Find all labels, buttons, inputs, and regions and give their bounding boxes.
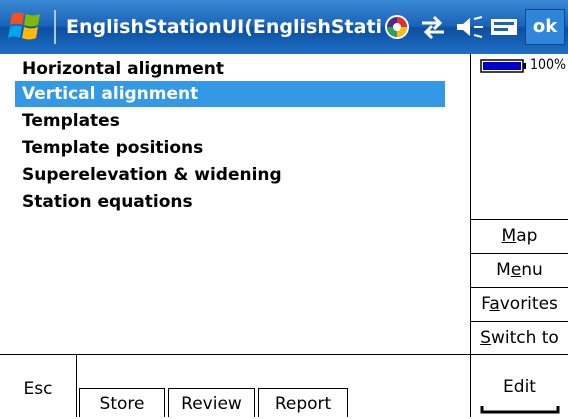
title-separator bbox=[54, 10, 56, 44]
keyboard-icon[interactable] bbox=[489, 13, 519, 41]
list-item-horizontal-alignment[interactable]: Horizontal alignment bbox=[15, 56, 445, 82]
tab-report[interactable]: Report bbox=[258, 388, 348, 417]
list-item-station-equations[interactable]: Station equations bbox=[15, 189, 445, 215]
menu-button-label-pre: M bbox=[496, 260, 511, 280]
ok-button[interactable]: ok bbox=[525, 9, 565, 45]
volume-icon[interactable] bbox=[455, 13, 485, 41]
switch-to-button-label-post: witch to bbox=[490, 328, 559, 348]
menu-button[interactable]: Menu bbox=[470, 253, 568, 287]
esc-separator bbox=[76, 355, 77, 417]
connectivity-icon[interactable] bbox=[418, 13, 448, 41]
map-button-label-post: ap bbox=[516, 226, 538, 246]
map-button-label-accel: M bbox=[501, 226, 517, 246]
tab-store[interactable]: Store bbox=[79, 388, 165, 417]
battery-icon bbox=[480, 59, 526, 73]
list-item-templates[interactable]: Templates bbox=[15, 108, 445, 134]
switch-to-button-label-accel: S bbox=[480, 328, 491, 348]
edit-softkey-bracket bbox=[480, 406, 560, 414]
list-item-template-positions[interactable]: Template positions bbox=[15, 135, 445, 161]
menu-list: Horizontal alignment Vertical alignment … bbox=[0, 54, 470, 354]
tab-review[interactable]: Review bbox=[168, 388, 255, 417]
esc-button[interactable]: Esc bbox=[0, 355, 76, 417]
menu-button-label-post: nu bbox=[521, 260, 543, 280]
map-button[interactable]: Map bbox=[470, 219, 568, 253]
list-item-superelevation-widening[interactable]: Superelevation & widening bbox=[15, 162, 445, 188]
favorites-button-label-accel: a bbox=[489, 294, 500, 314]
window-title: EnglishStationUI(EnglishStation bbox=[66, 16, 382, 38]
windows-flag-icon[interactable] bbox=[6, 8, 46, 46]
switch-to-button[interactable]: Switch to bbox=[470, 321, 568, 355]
battery-percent: 100% bbox=[530, 57, 567, 73]
color-wheel-icon[interactable] bbox=[383, 13, 411, 41]
list-item-vertical-alignment[interactable]: Vertical alignment bbox=[15, 81, 445, 107]
favorites-button-label-post: vorites bbox=[499, 294, 558, 314]
menu-button-label-accel: e bbox=[510, 260, 522, 280]
favorites-button[interactable]: Favorites bbox=[470, 287, 568, 321]
title-bar: EnglishStationUI(EnglishStation ok bbox=[0, 0, 568, 54]
